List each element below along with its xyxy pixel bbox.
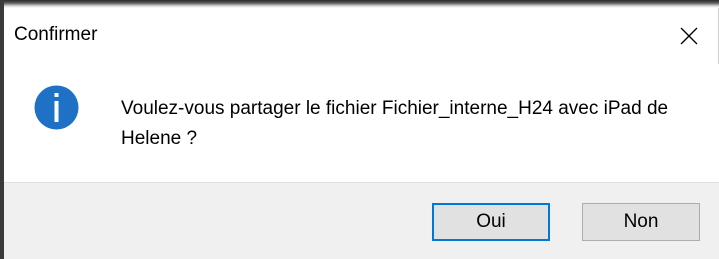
title-bar[interactable]: Confirmer	[4, 8, 719, 64]
dialog-title: Confirmer	[14, 24, 98, 45]
close-button[interactable]	[659, 8, 719, 64]
close-icon	[680, 27, 698, 45]
yes-button[interactable]: Oui	[432, 203, 550, 241]
dialog-message: Voulez-vous partager le fichier Fichier_…	[121, 98, 669, 149]
button-bar: Oui Non	[4, 182, 719, 259]
dialog-content: Voulez-vous partager le fichier Fichier_…	[4, 64, 719, 182]
info-icon	[34, 85, 79, 130]
no-button[interactable]: Non	[582, 203, 700, 241]
window-top-edge	[4, 0, 719, 8]
confirm-dialog: Confirmer Voulez-vous partager le fichie…	[0, 0, 719, 259]
